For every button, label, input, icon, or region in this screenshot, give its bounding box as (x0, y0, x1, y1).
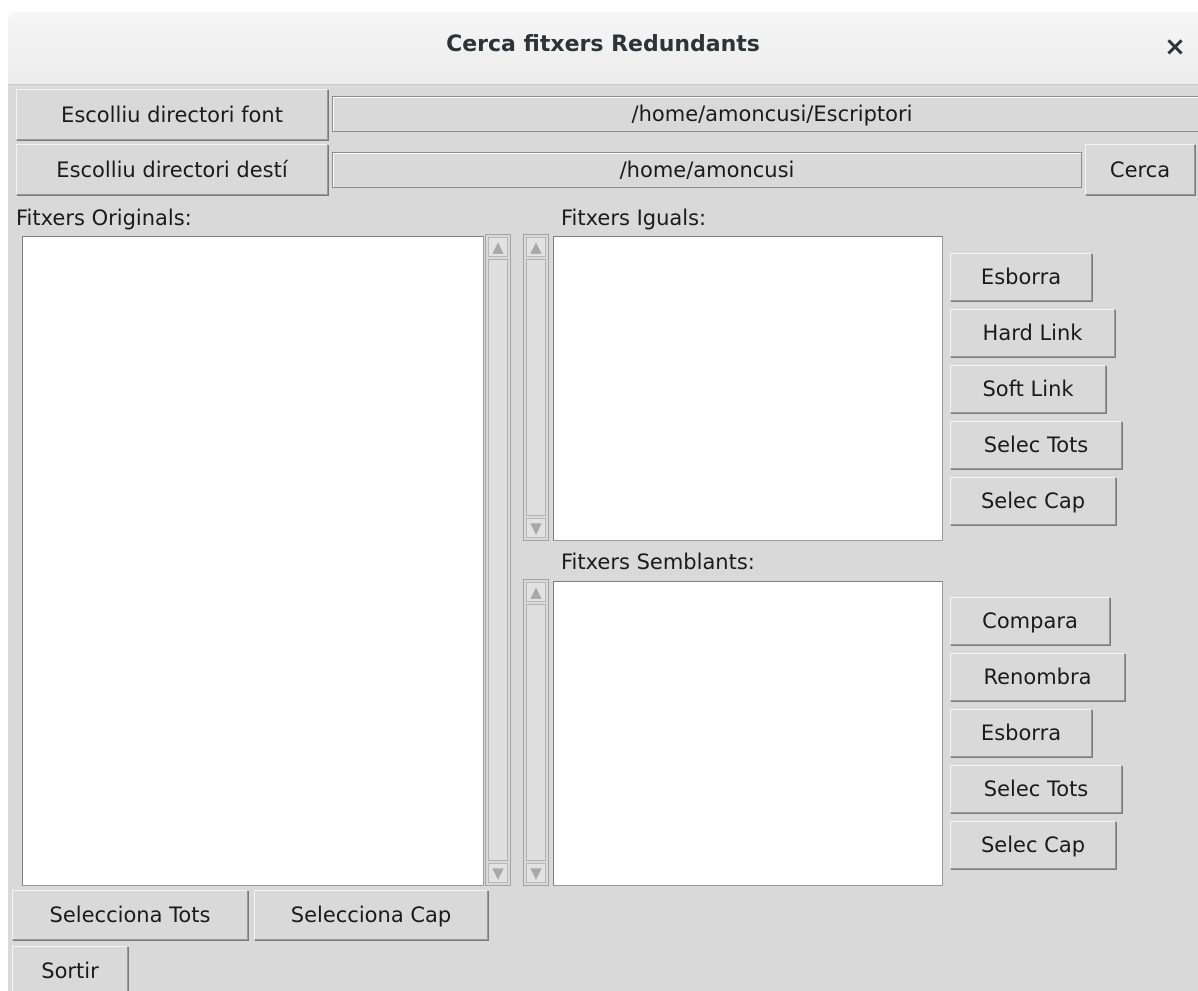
titlebar[interactable]: Cerca fitxers Redundants × (8, 12, 1198, 85)
arrow-down-icon[interactable]: ▼ (488, 863, 508, 883)
scroll-trough[interactable] (526, 259, 546, 516)
window-title: Cerca fitxers Redundants (446, 32, 760, 57)
choose-source-dir-button[interactable]: Escolliu directori font (16, 89, 328, 140)
equal-delete-button[interactable]: Esborra (950, 253, 1092, 301)
originals-label: Fitxers Originals: (16, 206, 192, 230)
soft-link-button[interactable]: Soft Link (950, 365, 1106, 413)
similar-select-all-button[interactable]: Selec Tots (950, 765, 1122, 813)
arrow-up-icon[interactable]: ▲ (526, 582, 546, 602)
search-button[interactable]: Cerca (1085, 144, 1195, 195)
equal-select-none-button[interactable]: Selec Cap (950, 477, 1116, 525)
originals-listbox[interactable] (22, 236, 484, 886)
choose-destination-dir-button[interactable]: Escolliu directori destí (16, 144, 328, 195)
select-none-originals-button[interactable]: Selecciona Cap (254, 890, 488, 940)
scroll-trough[interactable] (526, 604, 546, 861)
close-icon[interactable]: × (1158, 30, 1192, 64)
similar-delete-button[interactable]: Esborra (950, 709, 1092, 757)
similar-files-listbox[interactable] (553, 581, 943, 886)
arrow-down-icon[interactable]: ▼ (526, 863, 546, 883)
equal-files-scrollbar[interactable]: ▲ ▼ (523, 234, 549, 541)
similar-files-scrollbar[interactable]: ▲ ▼ (523, 579, 549, 886)
arrow-down-icon[interactable]: ▼ (526, 518, 546, 538)
compare-button[interactable]: Compara (950, 597, 1110, 645)
exit-button[interactable]: Sortir (12, 946, 128, 991)
scroll-trough[interactable] (488, 259, 508, 861)
select-all-originals-button[interactable]: Selecciona Tots (12, 890, 248, 940)
similar-files-label: Fitxers Semblants: (561, 550, 755, 574)
source-path-field[interactable]: /home/amoncusi/Escriptori (332, 96, 1198, 132)
arrow-up-icon[interactable]: ▲ (526, 237, 546, 257)
equal-select-all-button[interactable]: Selec Tots (950, 421, 1122, 469)
originals-scrollbar[interactable]: ▲ ▼ (485, 234, 511, 886)
hard-link-button[interactable]: Hard Link (950, 309, 1115, 357)
destination-path-field[interactable]: /home/amoncusi (332, 152, 1082, 188)
similar-select-none-button[interactable]: Selec Cap (950, 821, 1116, 869)
arrow-up-icon[interactable]: ▲ (488, 237, 508, 257)
app-window: Cerca fitxers Redundants × Escolliu dire… (8, 12, 1198, 991)
equal-files-label: Fitxers Iguals: (561, 206, 707, 230)
rename-button[interactable]: Renombra (950, 653, 1125, 701)
equal-files-listbox[interactable] (553, 236, 943, 541)
